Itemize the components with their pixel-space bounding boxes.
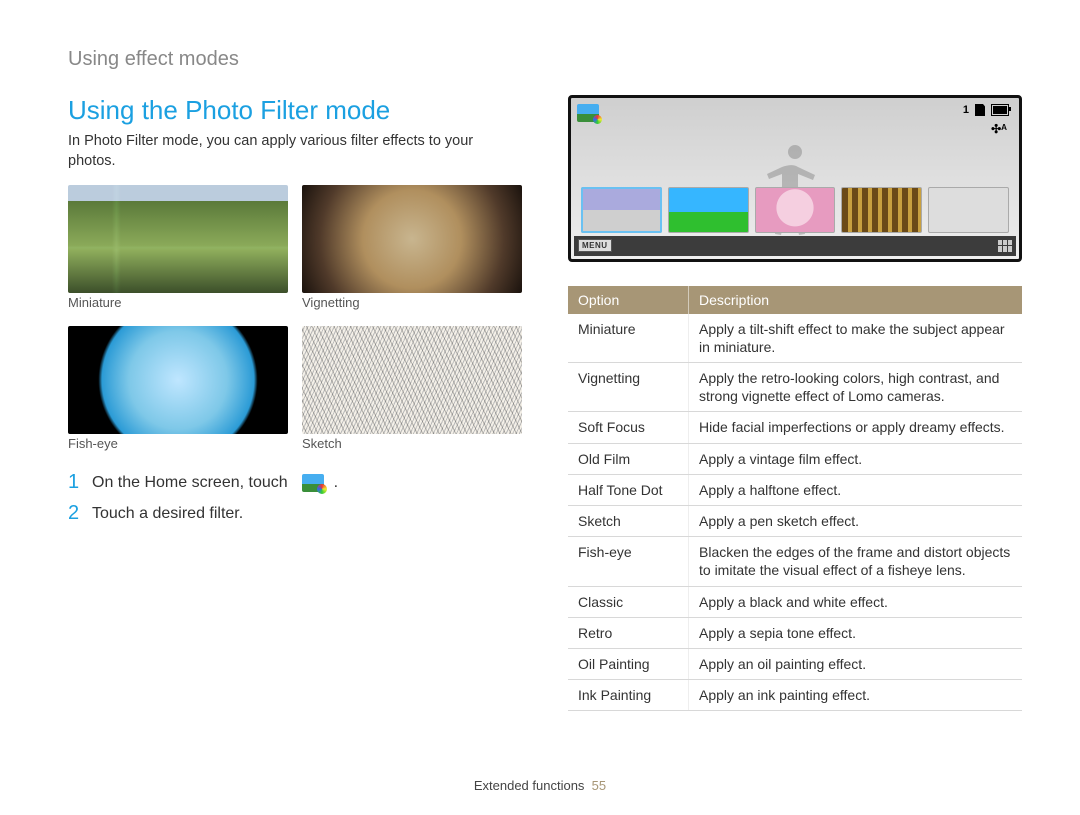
sample-label-fisheye: Fish-eye (68, 436, 288, 451)
table-row: Ink PaintingApply an ink painting effect… (568, 680, 1022, 711)
sample-image-vignetting (302, 185, 522, 293)
options-table-body: MiniatureApply a tilt-shift effect to ma… (568, 314, 1022, 711)
sample-label-sketch: Sketch (302, 436, 522, 451)
filter-thumb-5[interactable] (928, 187, 1009, 233)
menu-button[interactable]: MENU (578, 239, 612, 252)
camera-display: 1 ✣ᴬ MENU (568, 95, 1022, 262)
table-row: SketchApply a pen sketch effect. (568, 505, 1022, 536)
footer-page-number: 55 (592, 778, 606, 793)
table-header-option: Option (568, 286, 689, 314)
sample-label-vignetting: Vignetting (302, 295, 522, 310)
photo-filter-icon (302, 474, 324, 492)
sample-image-miniature (68, 185, 288, 293)
step-1: 1 On the Home screen, touch . (68, 471, 522, 494)
left-column: Using the Photo Filter mode In Photo Fil… (68, 95, 522, 711)
step-1-number: 1 (68, 471, 82, 494)
filter-thumb-4[interactable] (841, 187, 922, 233)
sample-grid: Miniature Vignetting Fish-eye Sketch (68, 185, 522, 461)
sample-image-fisheye (68, 326, 288, 434)
table-row: Oil PaintingApply an oil painting effect… (568, 648, 1022, 679)
intro-text: In Photo Filter mode, you can apply vari… (68, 132, 522, 171)
footer-section: Extended functions (474, 778, 585, 793)
thumbnail-view-icon[interactable] (998, 240, 1012, 252)
right-column: 1 ✣ᴬ MENU (568, 95, 1022, 711)
filter-thumb-2[interactable] (668, 187, 749, 233)
table-row: ClassicApply a black and white effect. (568, 586, 1022, 617)
table-row: MiniatureApply a tilt-shift effect to ma… (568, 314, 1022, 363)
table-row: Old FilmApply a vintage film effect. (568, 443, 1022, 474)
steps-list: 1 On the Home screen, touch . 2 Touch a … (68, 471, 522, 525)
sd-card-icon (975, 104, 985, 116)
sample-label-miniature: Miniature (68, 295, 288, 310)
table-row: Half Tone DotApply a halftone effect. (568, 474, 1022, 505)
step-2: 2 Touch a desired filter. (68, 502, 522, 525)
step-1-text-a: On the Home screen, touch (92, 474, 288, 492)
options-table: Option Description MiniatureApply a tilt… (568, 286, 1022, 712)
filter-thumb-3[interactable] (755, 187, 836, 233)
table-row: VignettingApply the retro-looking colors… (568, 363, 1022, 412)
camera-mode-icon (577, 104, 599, 122)
camera-bottom-bar: MENU (574, 236, 1016, 256)
table-row: Fish-eyeBlacken the edges of the frame a… (568, 537, 1022, 586)
filter-thumbnail-strip (581, 187, 1009, 233)
page-footer: Extended functions 55 (0, 778, 1080, 793)
battery-icon (991, 104, 1009, 116)
camera-status-bar: 1 (963, 104, 1009, 116)
camera-shot-count: 1 (963, 104, 969, 116)
table-header-description: Description (689, 286, 1023, 314)
breadcrumb: Using effect modes (68, 48, 1022, 71)
step-2-text: Touch a desired filter. (92, 505, 243, 523)
table-row: RetroApply a sepia tone effect. (568, 617, 1022, 648)
section-title: Using the Photo Filter mode (68, 95, 522, 126)
step-1-text-b: . (334, 474, 338, 492)
step-2-number: 2 (68, 502, 82, 525)
flash-indicator-icon: ✣ᴬ (991, 122, 1007, 136)
filter-thumb-1[interactable] (581, 187, 662, 233)
sample-image-sketch (302, 326, 522, 434)
table-row: Soft FocusHide facial imperfections or a… (568, 412, 1022, 443)
